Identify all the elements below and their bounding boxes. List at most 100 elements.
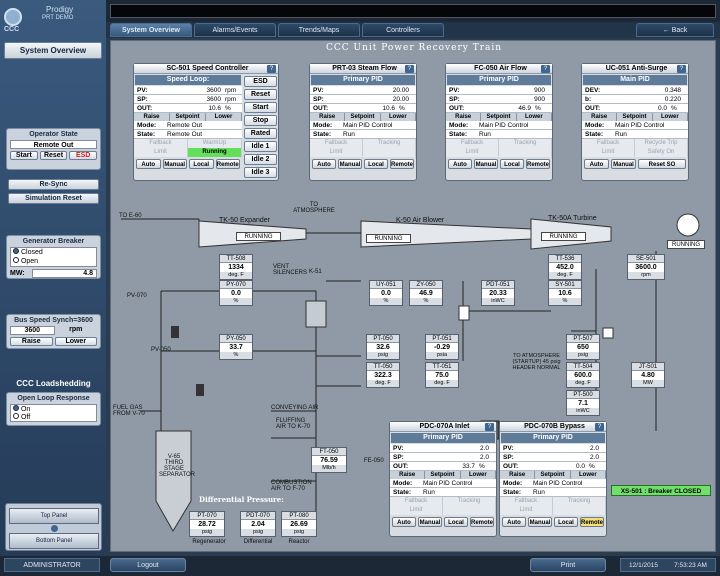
breaker-open-radio[interactable]: Open bbox=[13, 257, 94, 266]
pt051-readout[interactable]: PT-051 -0.29 psia bbox=[425, 334, 459, 360]
pdt051-readout[interactable]: PDT-051 20.33 inWC bbox=[481, 280, 515, 306]
prt03-manual[interactable]: Manual bbox=[338, 159, 362, 169]
pdc070a-auto[interactable]: Auto bbox=[392, 517, 416, 527]
pdt070-readout[interactable]: PDT-070 2.04 psig bbox=[240, 511, 276, 537]
sc501-esd-button[interactable]: ESD bbox=[244, 76, 277, 87]
pdc070b-raise[interactable]: Raise bbox=[500, 471, 536, 479]
pdc070b-setpoint[interactable]: Setpoint bbox=[535, 471, 571, 479]
fc050-manual[interactable]: Manual bbox=[474, 159, 498, 169]
resync-button[interactable]: Re-Sync bbox=[8, 179, 99, 190]
tab-controllers[interactable]: Controllers bbox=[362, 23, 444, 37]
tt050-readout[interactable]: TT-050 322.3 deg. F bbox=[366, 362, 400, 388]
sc501-remote[interactable]: Remote bbox=[215, 159, 240, 169]
uc051-setpoint[interactable]: Setpoint bbox=[617, 113, 653, 121]
sc501-start-button[interactable]: Start bbox=[244, 102, 277, 113]
pdc070a-raise[interactable]: Raise bbox=[390, 471, 426, 479]
tab-system-overview[interactable]: System Overview bbox=[110, 23, 192, 37]
tab-alarms-events[interactable]: Alarms/Events bbox=[194, 23, 276, 37]
lower-button[interactable]: Lower bbox=[54, 337, 97, 346]
pdc070a-remote[interactable]: Remote bbox=[470, 517, 495, 527]
loadshed-off-radio[interactable]: Off bbox=[13, 413, 94, 421]
fc050-raise[interactable]: Raise bbox=[446, 113, 482, 121]
back-button[interactable]: ← Back bbox=[636, 23, 714, 37]
loadshed-on-radio[interactable]: On bbox=[13, 405, 94, 413]
help-icon[interactable]: ? bbox=[677, 65, 686, 73]
pv070-valve-icon[interactable] bbox=[171, 326, 179, 338]
prt03-remote[interactable]: Remote bbox=[390, 159, 415, 169]
pt080-readout[interactable]: PT-080 26.69 psig bbox=[281, 511, 317, 537]
help-icon[interactable]: ? bbox=[595, 423, 604, 431]
simulation-reset-button[interactable]: Simulation Reset bbox=[8, 193, 99, 204]
sc501-reset-button[interactable]: Reset bbox=[244, 89, 277, 100]
sc501-auto[interactable]: Auto bbox=[136, 159, 161, 169]
sc501-stop-button[interactable]: Stop bbox=[244, 115, 277, 126]
help-icon[interactable]: ? bbox=[405, 65, 414, 73]
logout-button[interactable]: Logout bbox=[110, 558, 186, 572]
pdc070b-lower[interactable]: Lower bbox=[571, 471, 606, 479]
prt03-raise[interactable]: Raise bbox=[310, 113, 346, 121]
uc051-reset-so[interactable]: Reset SO bbox=[638, 159, 686, 169]
prt03-setpoint[interactable]: Setpoint bbox=[345, 113, 381, 121]
py070-readout[interactable]: PY-070 0.0% bbox=[219, 280, 253, 306]
pdc070b-manual[interactable]: Manual bbox=[528, 517, 552, 527]
sc501-rated-button[interactable]: Rated bbox=[244, 128, 277, 139]
pt050-readout[interactable]: PT-050 32.6 psig bbox=[366, 334, 400, 360]
uc051-raise[interactable]: Raise bbox=[582, 113, 618, 121]
tt508-readout[interactable]: TT-508 1334 deg. F bbox=[219, 254, 253, 280]
breaker-closed-radio[interactable]: Closed bbox=[13, 248, 94, 257]
prt03-local[interactable]: Local bbox=[364, 159, 388, 169]
system-overview-button[interactable]: System Overview bbox=[4, 42, 102, 59]
help-icon[interactable]: ? bbox=[541, 65, 550, 73]
help-icon[interactable]: ? bbox=[485, 423, 494, 431]
sc501-idle2-button[interactable]: Idle 2 bbox=[244, 154, 277, 165]
sy501-valve-icon[interactable] bbox=[602, 327, 614, 339]
sc501-idle1-button[interactable]: Idle 1 bbox=[244, 141, 277, 152]
zy050-readout[interactable]: ZY-050 46.9% bbox=[409, 280, 443, 306]
tt051-readout[interactable]: TT-051 75.0 deg. F bbox=[425, 362, 459, 388]
pt507-readout[interactable]: PT-507 650 psig bbox=[566, 334, 600, 360]
pv050-valve-icon[interactable] bbox=[196, 384, 204, 396]
pdc070b-local[interactable]: Local bbox=[554, 517, 578, 527]
top-panel-button[interactable]: Top Panel bbox=[9, 508, 99, 524]
sc501-manual[interactable]: Manual bbox=[162, 159, 187, 169]
help-icon[interactable]: ? bbox=[267, 65, 276, 73]
pt070-readout[interactable]: PT-070 28.72 psig bbox=[189, 511, 225, 537]
fc050-setpoint[interactable]: Setpoint bbox=[481, 113, 517, 121]
uy051-valve-icon[interactable] bbox=[458, 305, 470, 321]
fc050-lower[interactable]: Lower bbox=[517, 113, 552, 121]
print-button[interactable]: Print bbox=[530, 558, 606, 572]
pdc070a-manual[interactable]: Manual bbox=[418, 517, 442, 527]
sy501-readout[interactable]: SY-501 10.6% bbox=[548, 280, 582, 306]
sc501-raise[interactable]: Raise bbox=[134, 113, 170, 121]
start-button[interactable]: Start bbox=[10, 151, 38, 160]
uc051-lower[interactable]: Lower bbox=[653, 113, 688, 121]
pdc070b-remote[interactable]: Remote bbox=[580, 517, 605, 527]
tt504-readout[interactable]: TT-504 600.0 deg. F bbox=[566, 362, 600, 388]
uc051-auto[interactable]: Auto bbox=[584, 159, 609, 169]
raise-button[interactable]: Raise bbox=[10, 337, 53, 346]
jt501-readout[interactable]: JT-501 4.80 MW bbox=[631, 362, 665, 388]
swap-icon[interactable] bbox=[51, 525, 58, 532]
prt03-auto[interactable]: Auto bbox=[312, 159, 336, 169]
pt500-readout[interactable]: PT-500 7.1 inWC bbox=[566, 390, 600, 416]
fc050-remote[interactable]: Remote bbox=[526, 159, 551, 169]
prt03-lower[interactable]: Lower bbox=[381, 113, 416, 121]
sc501-local[interactable]: Local bbox=[189, 159, 214, 169]
fc050-auto[interactable]: Auto bbox=[448, 159, 472, 169]
esd-button[interactable]: ESD bbox=[69, 151, 98, 160]
uy051-readout[interactable]: UY-051 0.0% bbox=[369, 280, 403, 306]
sc501-lower[interactable]: Lower bbox=[206, 113, 242, 121]
se501-readout[interactable]: SE-501 3600.0 rpm bbox=[627, 254, 665, 280]
tab-trends-maps[interactable]: Trends/Maps bbox=[278, 23, 360, 37]
pdc070a-lower[interactable]: Lower bbox=[461, 471, 496, 479]
ft050-readout[interactable]: FT-050 76.59 Mlb/h bbox=[311, 447, 347, 473]
pdc070a-local[interactable]: Local bbox=[444, 517, 468, 527]
pdc070b-auto[interactable]: Auto bbox=[502, 517, 526, 527]
reset-button[interactable]: Reset bbox=[39, 151, 68, 160]
sc501-idle3-button[interactable]: Idle 3 bbox=[244, 167, 277, 178]
bottom-panel-button[interactable]: Bottom Panel bbox=[9, 533, 99, 549]
fc050-local[interactable]: Local bbox=[500, 159, 524, 169]
py050-readout[interactable]: PY-050 33.7% bbox=[219, 334, 253, 360]
uc051-manual[interactable]: Manual bbox=[611, 159, 636, 169]
pdc070a-setpoint[interactable]: Setpoint bbox=[425, 471, 461, 479]
